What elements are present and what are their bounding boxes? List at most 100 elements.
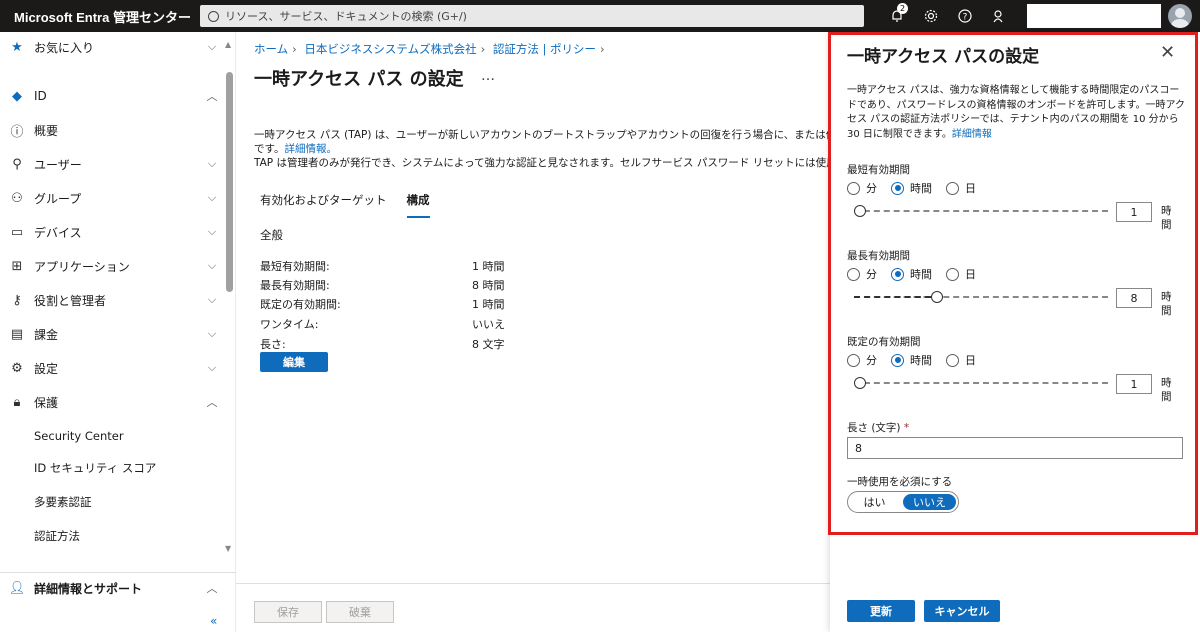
edit-button[interactable]: 編集 [260,352,328,372]
required-marker: * [903,422,910,434]
tab-enable-target[interactable]: 有効化およびターゲット [260,192,387,218]
notification-badge: 2 [897,3,908,14]
sidebar-item-billing[interactable]: ▤ 課金 ⌵ [0,319,222,349]
apps-grid-icon: ⊞ [11,258,23,274]
scroll-down-arrow[interactable]: ▼ [225,544,231,553]
scroll-up-arrow[interactable]: ▲ [225,40,231,49]
radio-minutes[interactable] [847,181,860,195]
onetime-no-option[interactable]: いいえ [903,494,956,510]
billing-icon: ▤ [10,326,24,342]
section-general: 全般 [260,228,283,242]
diamond-icon: ◆ [12,88,22,104]
setting-label: ワンタイム: [260,318,319,331]
search-input[interactable]: リソース、サービス、ドキュメントの検索 (G+/) [200,5,864,27]
sidebar-subitem-security-center[interactable]: Security Center [34,424,124,448]
radio-minutes[interactable] [847,353,860,367]
length-label-text: 長さ (文字) [847,422,901,434]
onetime-label: 一時使用を必須にする [847,476,953,488]
sidebar-subitem-auth-methods[interactable]: 認証方法 [34,524,80,548]
sidebar-scrollbar[interactable] [226,72,233,292]
star-icon: ★ [11,39,23,55]
sidebar-item-protection[interactable]: 🔒︎ 保護 ︿ [0,387,222,417]
radio-days[interactable] [946,353,959,367]
settings-gear-icon[interactable] [914,0,948,32]
slider-track [854,210,1108,212]
sidebar-item-groups[interactable]: ⚇ グループ ⌵ [0,183,222,213]
more-options-button[interactable]: … [481,68,495,84]
radio-label: 分 [866,268,877,281]
default-lifetime-input[interactable]: 1 [1116,374,1152,394]
panel-title: 一時アクセス パスの設定 [847,47,1040,67]
learn-more-link[interactable]: 詳細情報。 [284,143,337,155]
sidebar-item-overview[interactable]: ⓘ 概要 [0,115,222,145]
setting-value: 8 時間 [472,279,505,292]
unit-label: 時間 [1161,377,1172,403]
panel-learn-more-link[interactable]: 詳細情報 [952,129,992,140]
length-input[interactable]: 8 [847,437,1183,459]
sidebar-item-learn-support[interactable]: 👤︎ 詳細情報とサポート ︿ [0,573,222,603]
cancel-button[interactable]: キャンセル [924,600,1000,622]
min-lifetime-slider[interactable] [854,204,1108,218]
notifications-icon[interactable]: 2 [880,0,914,32]
roles-icon: ⚷ [12,292,22,308]
default-lifetime-label: 既定の有効期間 [847,336,921,348]
sidebar-item-applications[interactable]: ⊞ アプリケーション ⌵ [0,251,222,281]
radio-minutes[interactable] [847,267,860,281]
avatar[interactable] [1168,4,1192,28]
sidebar-item-label: 役割と管理者 [34,293,107,308]
onetime-toggle[interactable]: はい いいえ [847,491,959,513]
page-title: 一時アクセス パス の設定 [254,69,464,90]
min-lifetime-input[interactable]: 1 [1116,202,1152,222]
desc-line-2: です。 [254,143,285,155]
breadcrumb-tenant[interactable]: 日本ビジネスシステムズ株式会社 [304,42,476,56]
breadcrumb: ホーム › 日本ビジネスシステムズ株式会社 › 認証方法 | ポリシー › [254,42,605,56]
account-box[interactable] [1027,4,1161,28]
group-icon: ⚇ [11,190,23,206]
onetime-yes-option[interactable]: はい [848,492,901,512]
sidebar-item-favorites[interactable]: ★ お気に入り ⌵ [0,32,222,62]
radio-label: 時間 [910,182,932,195]
chevron-down-icon: ⌵ [207,259,217,272]
breadcrumb-auth-methods[interactable]: 認証方法 | ポリシー [493,42,596,56]
max-lifetime-slider[interactable] [854,290,1108,304]
setting-label: 最長有効期間: [260,279,330,292]
sidebar-item-roles[interactable]: ⚷ 役割と管理者 ⌵ [0,285,222,315]
device-icon: ▭ [10,224,24,240]
setting-value: 1 時間 [472,260,505,273]
setting-label: 最短有効期間: [260,260,330,273]
slider-thumb[interactable] [854,205,866,217]
sidebar-item-settings[interactable]: ⚙ 設定 ⌵ [0,353,222,383]
setting-value: いいえ [472,318,505,331]
min-lifetime-label: 最短有効期間 [847,164,910,176]
sidebar-item-label: お気に入り [34,40,95,55]
collapse-sidebar-button[interactable]: « [210,614,217,628]
slider-thumb[interactable] [931,291,943,303]
radio-days[interactable] [946,181,959,195]
sidebar-item-devices[interactable]: ▭ デバイス ⌵ [0,217,222,247]
sidebar-item-id[interactable]: ◆ ID ︿ [0,81,222,111]
discard-button[interactable]: 破棄 [326,601,394,623]
sidebar-subitem-id-secure-score[interactable]: ID セキュリティ スコア [34,456,156,480]
radio-hours[interactable] [891,353,904,367]
help-icon[interactable]: ? [948,0,982,32]
default-lifetime-slider[interactable] [854,376,1108,390]
radio-days[interactable] [946,267,959,281]
tab-configure[interactable]: 構成 [406,192,430,218]
radio-label: 日 [965,268,976,281]
radio-hours[interactable] [891,267,904,281]
sidebar-item-label: 概要 [34,123,59,138]
sidebar-item-users[interactable]: ⚲ ユーザー ⌵ [0,149,222,179]
save-button[interactable]: 保存 [254,601,322,623]
panel-desc-text: 一時アクセス パスは、強力な資格情報として機能する時間限定のパスコードであり、パ… [847,85,1185,140]
max-lifetime-input[interactable]: 8 [1116,288,1152,308]
radio-hours[interactable] [891,181,904,195]
breadcrumb-home[interactable]: ホーム [254,42,288,56]
sidebar-item-label: ユーザー [34,157,82,172]
close-icon[interactable]: ✕ [1160,42,1175,63]
brand-title[interactable]: Microsoft Entra 管理センター [0,7,200,26]
feedback-icon[interactable] [982,0,1016,32]
sidebar-subitem-mfa[interactable]: 多要素認証 [34,490,92,514]
slider-track [854,382,1108,384]
slider-thumb[interactable] [854,377,866,389]
update-button[interactable]: 更新 [847,600,915,622]
